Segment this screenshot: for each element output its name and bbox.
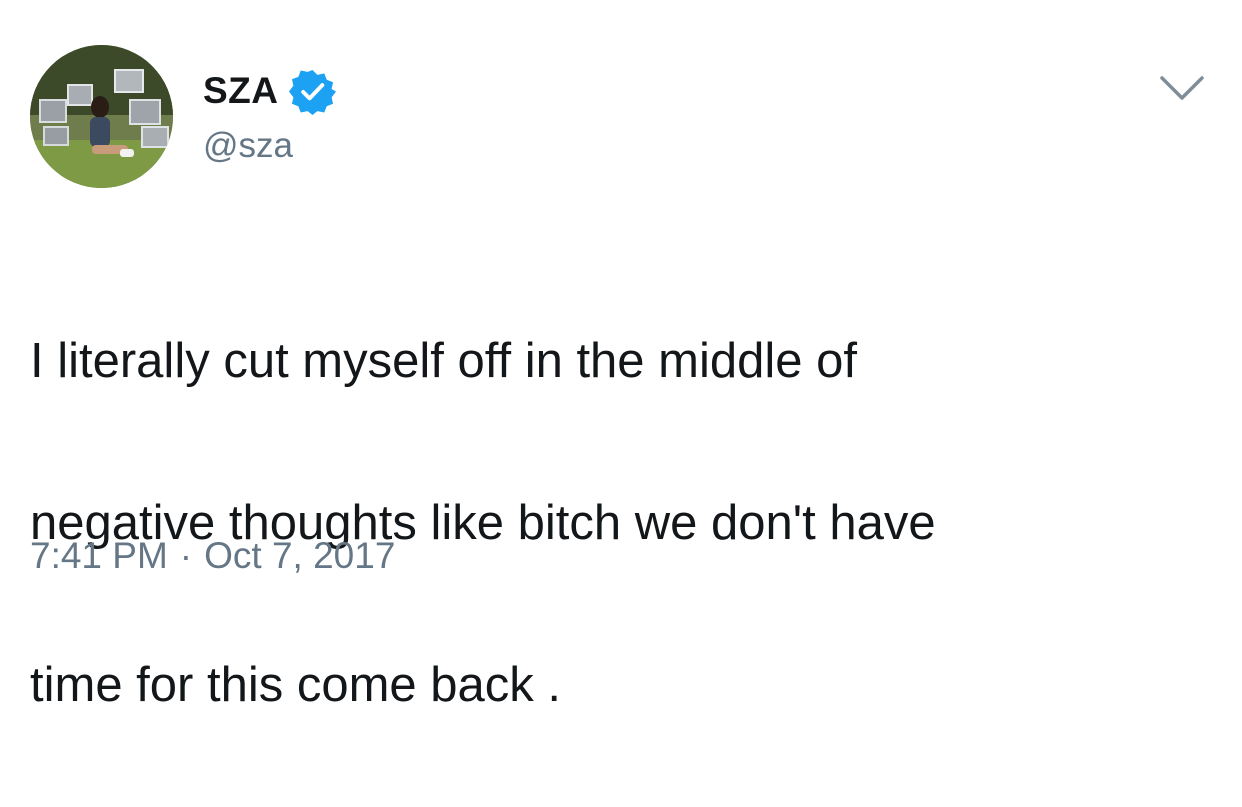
name-row: SZA: [203, 66, 336, 116]
user-handle[interactable]: @sza: [203, 124, 293, 168]
tweet-text-line: I literally cut myself off in the middle…: [30, 334, 857, 388]
tweet-text: I literally cut myself off in the middle…: [30, 240, 1210, 807]
tweet-date: Oct 7, 2017: [204, 535, 396, 576]
display-name[interactable]: SZA: [203, 66, 279, 116]
tweet-timestamp[interactable]: 7:41 PM · Oct 7, 2017: [30, 531, 395, 581]
verified-badge-icon: [288, 68, 336, 115]
avatar-photo: [30, 45, 173, 188]
timestamp-separator: ·: [179, 535, 193, 576]
tweet-text-line: time for this come back .: [30, 658, 562, 712]
tweet-time: 7:41 PM: [30, 535, 168, 576]
tweet-card: SZA @sza I literally cut myself off in t…: [0, 0, 1242, 712]
avatar[interactable]: [30, 45, 173, 188]
chevron-down-icon[interactable]: [1158, 72, 1206, 106]
